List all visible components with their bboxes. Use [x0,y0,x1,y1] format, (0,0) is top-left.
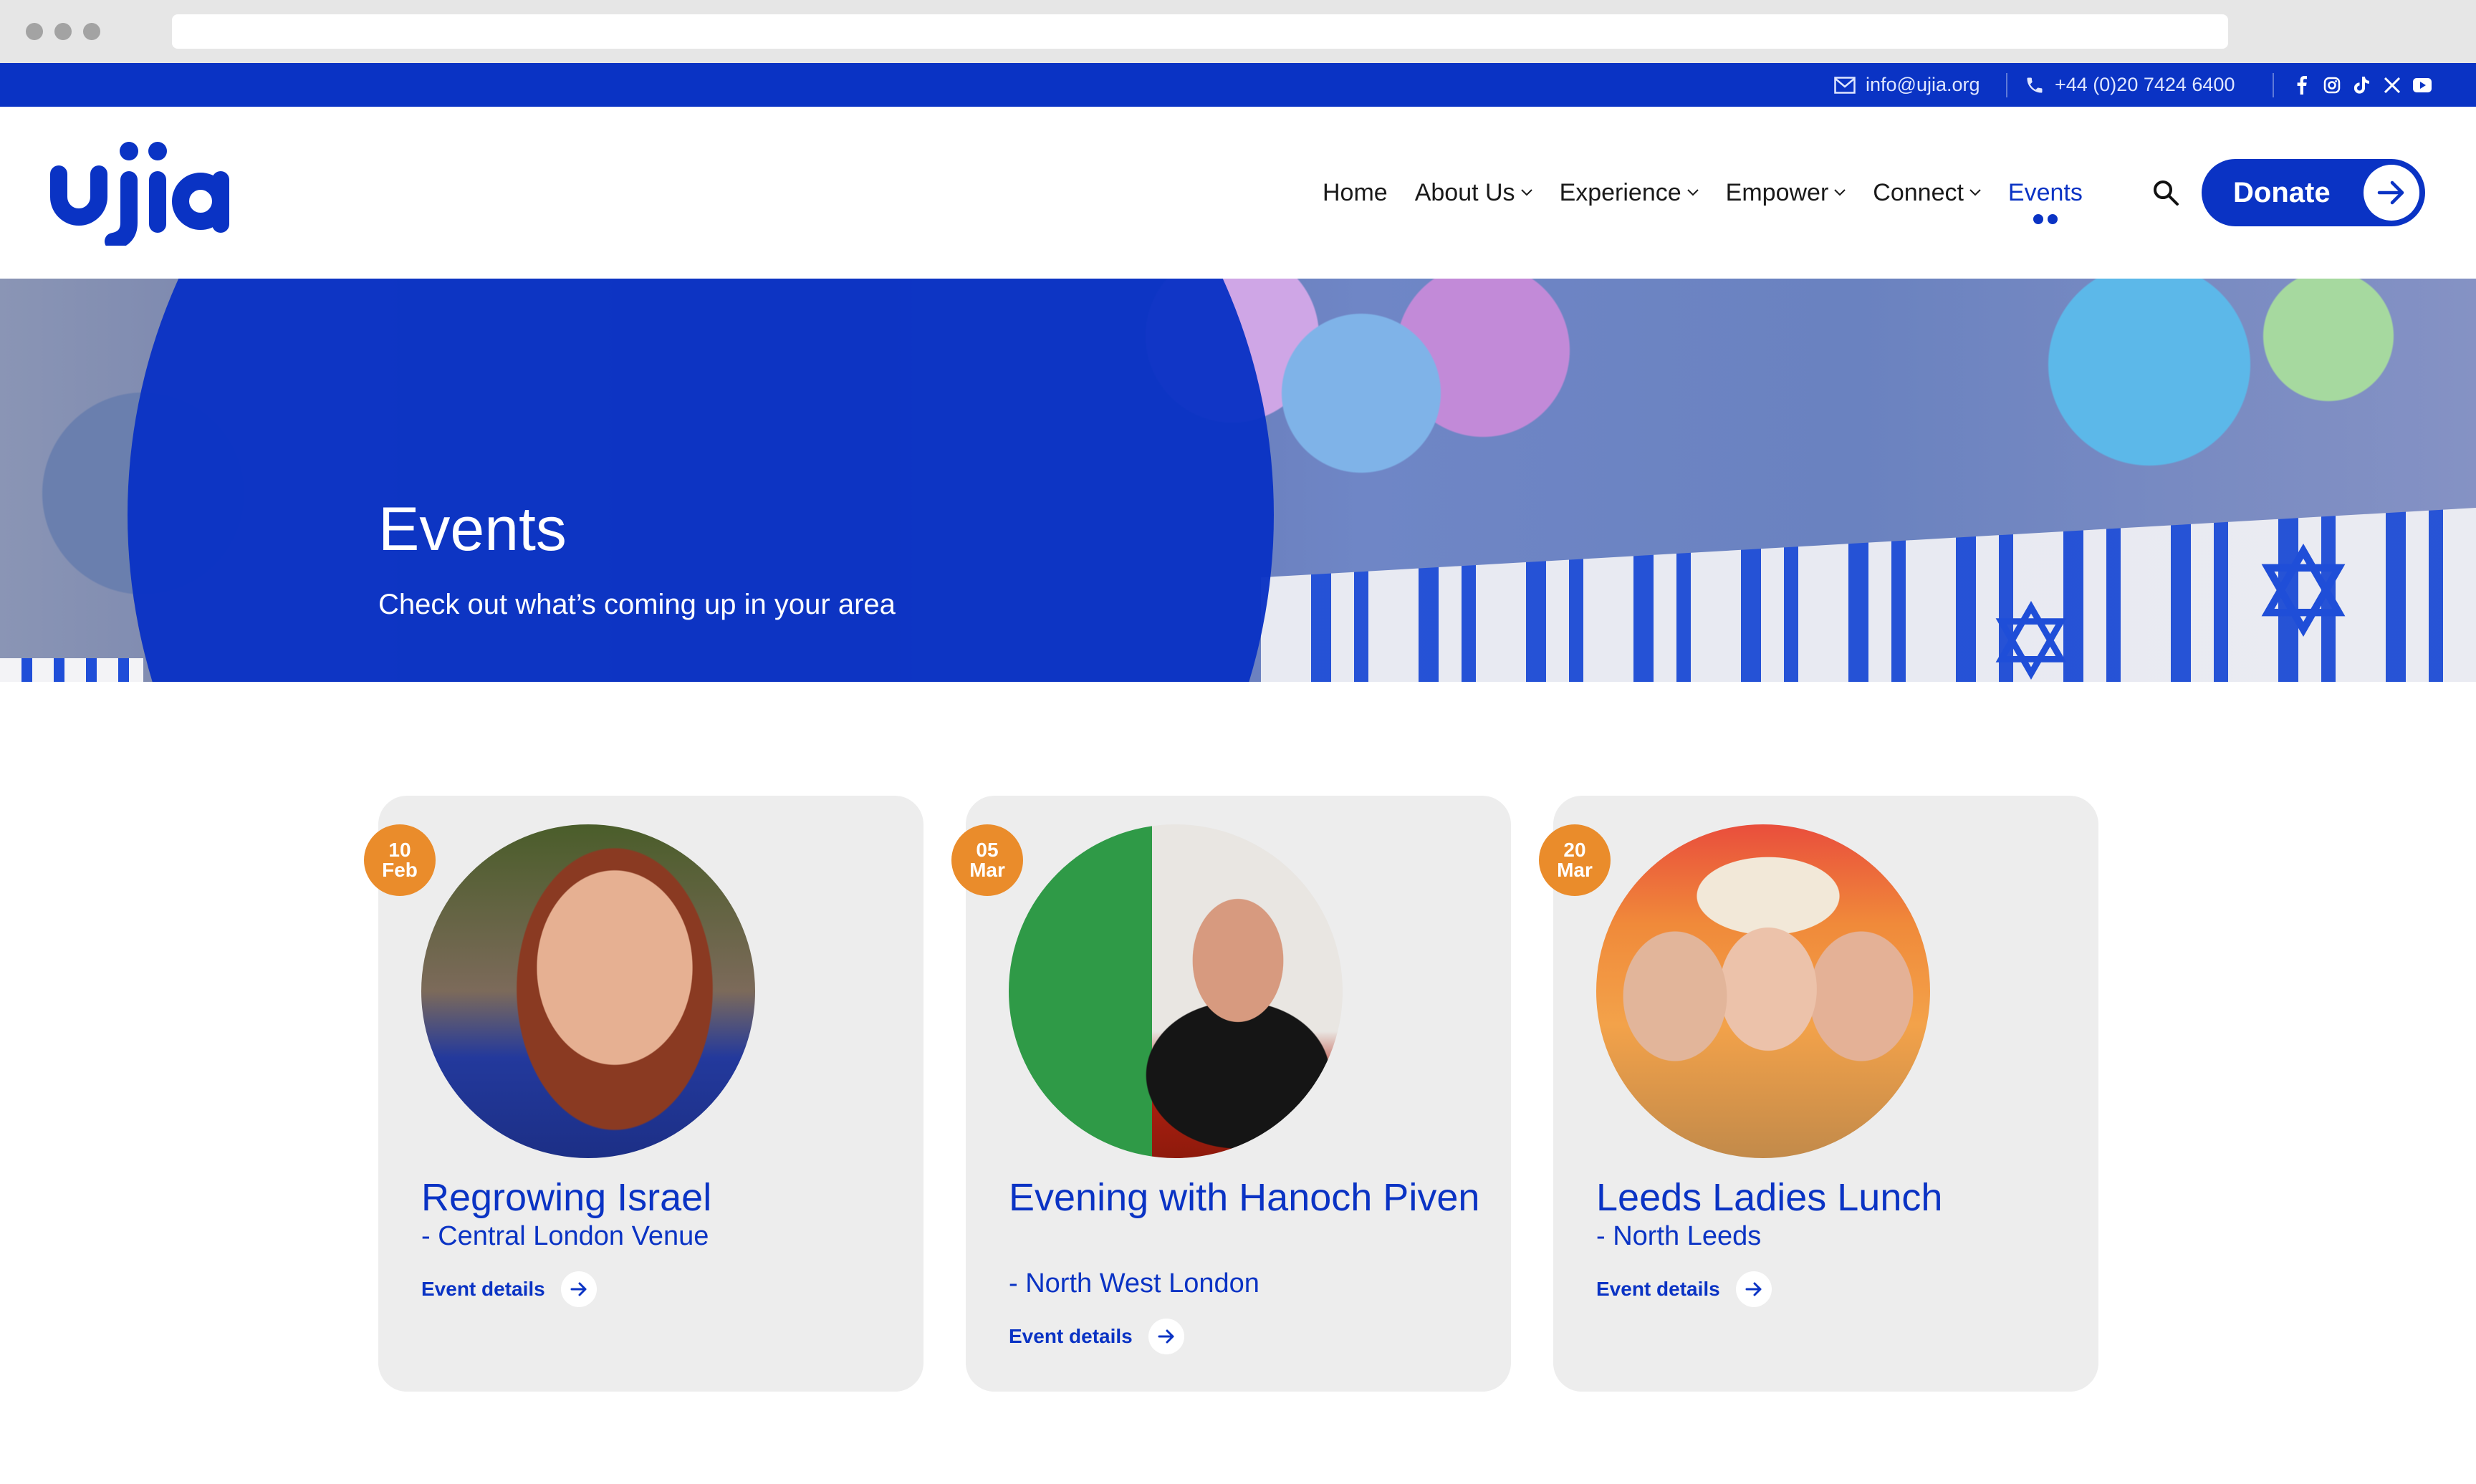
email-text: info@ujia.org [1866,74,1980,95]
chevron-down-icon [1834,189,1846,196]
arrow-right-icon [2364,165,2419,221]
address-bar[interactable] [172,14,2228,49]
nav-home[interactable]: Home [1323,171,1388,214]
nav-experience[interactable]: Experience [1560,171,1699,214]
event-details-label: Event details [1009,1325,1133,1347]
nav-empower[interactable]: Empower [1726,171,1846,214]
page-subtitle: Check out what’s coming up in your area [378,589,896,620]
event-date-badge: 10 Feb [364,824,436,896]
divider [2273,73,2274,97]
event-date-month: Mar [1557,859,1593,881]
event-date-month: Mar [969,859,1005,881]
facebook-icon[interactable] [2293,75,2311,95]
star-of-david-icon [2261,544,2346,637]
top-utility-bar: info@ujia.org +44 (0)20 7424 6400 [0,63,2476,107]
event-details-link[interactable]: Event details [421,1271,597,1307]
event-photo [1009,824,1343,1158]
search-button[interactable] [2151,178,2180,207]
star-of-david-icon [1995,601,2067,680]
arrow-right-icon [560,1271,597,1307]
active-indicator [2008,214,2083,224]
main-nav: Home About Us Experience Empower Connect… [1323,107,2110,279]
email-link[interactable]: info@ujia.org [1834,63,1980,107]
event-card[interactable]: 10 Feb Regrowing Israel - Central London … [364,796,923,1392]
site-header: Home About Us Experience Empower Connect… [0,107,2476,279]
event-details-label: Event details [421,1278,545,1300]
hero-blue-shape [128,279,1274,682]
social-links [2293,63,2432,107]
event-details-link[interactable]: Event details [1009,1319,1184,1354]
chevron-down-icon [1686,189,1699,196]
nav-events-label: Events [2007,178,2083,206]
donate-button[interactable]: Donate [2202,159,2425,226]
event-date-badge: 05 Mar [951,824,1023,896]
event-date-day: 10 [388,839,411,861]
arrow-right-icon [1148,1319,1184,1354]
event-title[interactable]: Leeds Ladies Lunch [1596,1174,2069,1221]
event-date-day: 20 [1563,839,1586,861]
chevron-down-icon [1520,189,1532,196]
event-card[interactable]: 05 Mar Evening with Hanoch Piven - North … [951,796,1511,1392]
browser-chrome [0,0,2476,63]
phone-link[interactable]: +44 (0)20 7424 6400 [2025,63,2235,107]
event-date-month: Feb [382,859,418,881]
instagram-icon[interactable] [2323,76,2341,95]
chevron-down-icon [1969,189,1981,196]
event-details-label: Event details [1596,1278,1720,1300]
window-maximize-dot[interactable] [83,23,100,40]
tiktok-icon[interactable] [2353,76,2371,95]
youtube-icon[interactable] [2413,76,2432,95]
phone-text: +44 (0)20 7424 6400 [2055,74,2235,95]
event-location: - North Leeds [1596,1221,1762,1251]
nav-connect-label: Connect [1873,178,1964,206]
nav-home-label: Home [1323,178,1388,206]
nav-events[interactable]: Events [2007,171,2083,224]
nav-about-us-label: About Us [1414,178,1515,206]
arrow-right-icon [1735,1271,1772,1307]
event-date-badge: 20 Mar [1539,824,1611,896]
event-card[interactable]: 20 Mar Leeds Ladies Lunch - North Leeds E… [1539,796,2098,1392]
donate-label: Donate [2233,176,2331,208]
search-icon [2154,180,2179,206]
hero-background-strip [0,658,143,682]
mail-icon [1834,76,1856,94]
event-location: - Central London Venue [421,1221,709,1251]
phone-icon [2027,77,2043,92]
window-close-dot[interactable] [26,23,43,40]
event-details-link[interactable]: Event details [1596,1271,1772,1307]
event-location: - North West London [1009,1268,1259,1298]
page-title: Events [378,495,567,564]
event-title[interactable]: Evening with Hanoch Piven [1009,1174,1482,1221]
nav-empower-label: Empower [1725,178,1829,206]
divider [2006,73,2007,97]
event-date-day: 05 [976,839,999,861]
event-title[interactable]: Regrowing Israel [421,1174,894,1221]
nav-connect[interactable]: Connect [1873,171,1981,214]
hero-banner [0,279,2476,682]
ujia-logo[interactable] [49,138,235,250]
nav-about-us[interactable]: About Us [1415,171,1532,214]
event-photo [421,824,755,1158]
nav-experience-label: Experience [1559,178,1681,206]
window-minimize-dot[interactable] [54,23,72,40]
event-photo [1596,824,1930,1158]
x-icon[interactable] [2383,76,2401,95]
